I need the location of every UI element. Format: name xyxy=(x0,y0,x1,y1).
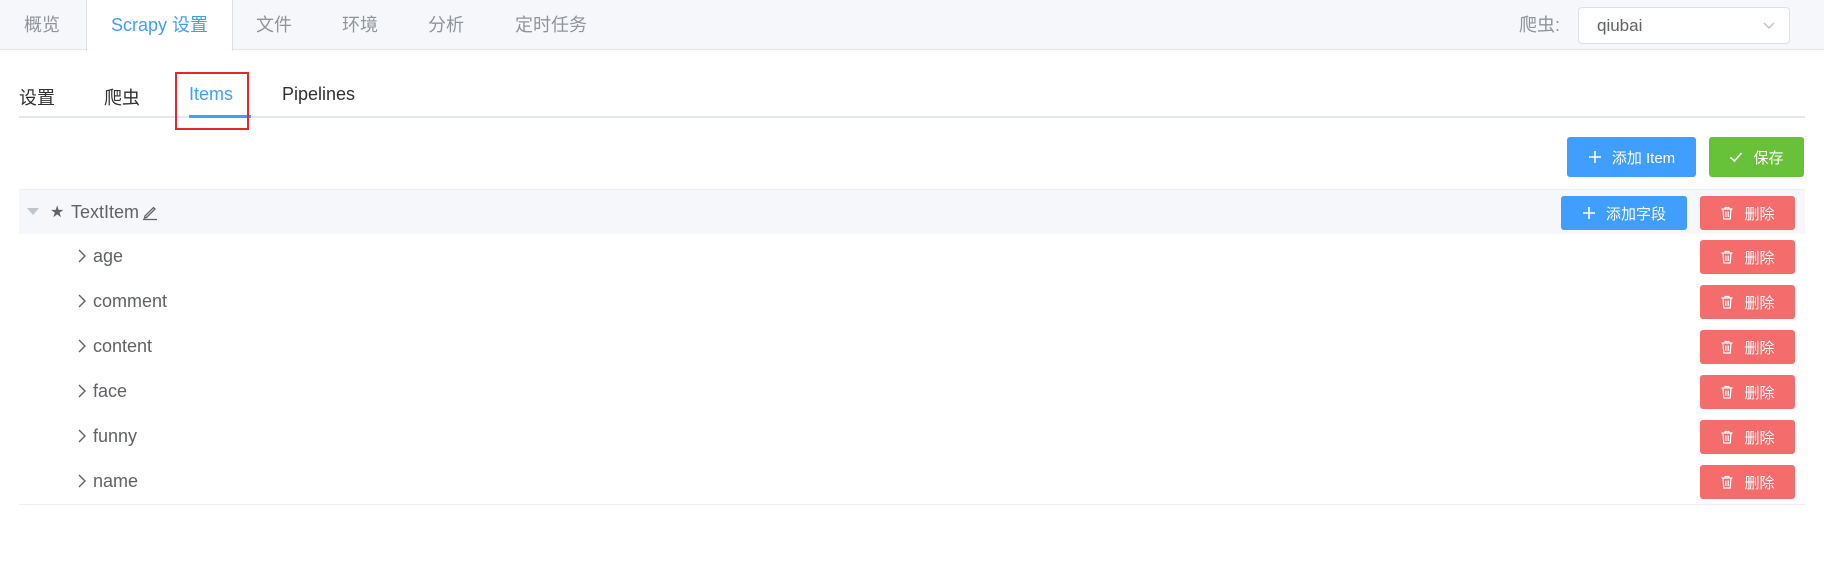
tree-node-field[interactable]: face 删除 xyxy=(19,369,1805,414)
trash-icon xyxy=(1720,340,1734,354)
tab-pipelines[interactable]: Pipelines xyxy=(282,84,355,105)
tab-files[interactable]: 文件 xyxy=(232,0,316,50)
chevron-right-icon[interactable] xyxy=(75,473,89,489)
tree-node-field[interactable]: age 删除 xyxy=(19,234,1805,279)
delete-label: 删除 xyxy=(1744,294,1775,312)
tab-analytics[interactable]: 分析 xyxy=(404,0,488,50)
tab-settings[interactable]: 设置 xyxy=(19,84,55,110)
chevron-right-icon[interactable] xyxy=(75,428,89,444)
trash-icon xyxy=(1720,206,1734,220)
add-item-button[interactable]: 添加 Item xyxy=(1567,137,1696,177)
delete-field-button[interactable]: 删除 xyxy=(1700,330,1795,364)
caret-down-icon[interactable] xyxy=(27,208,39,215)
delete-label: 删除 xyxy=(1744,474,1775,492)
tree-bottom-border xyxy=(19,504,1805,505)
delete-field-button[interactable]: 删除 xyxy=(1700,285,1795,319)
delete-label: 删除 xyxy=(1744,384,1775,402)
delete-label: 删除 xyxy=(1744,429,1775,447)
chevron-down-icon xyxy=(1761,17,1777,33)
trash-icon xyxy=(1720,250,1734,264)
inner-tab-bar: 设置 爬虫 Items Pipelines xyxy=(19,60,1805,118)
field-name: funny xyxy=(93,426,138,446)
tree-node-field[interactable]: name 删除 xyxy=(19,459,1805,504)
tab-scrapy-settings[interactable]: Scrapy 设置 xyxy=(86,0,234,51)
check-icon xyxy=(1729,150,1743,164)
item-name: TextItem xyxy=(71,202,140,222)
spider-select-label: 爬虫: xyxy=(1519,15,1561,35)
delete-label: 删除 xyxy=(1744,339,1775,357)
field-name: content xyxy=(93,336,153,356)
save-label: 保存 xyxy=(1753,149,1784,167)
delete-item-button[interactable]: 删除 xyxy=(1700,196,1795,230)
field-name: age xyxy=(93,246,124,266)
spider-select-value: qiubai xyxy=(1597,16,1643,35)
chevron-right-icon[interactable] xyxy=(75,383,89,399)
delete-field-button[interactable]: 删除 xyxy=(1700,420,1795,454)
save-button[interactable]: 保存 xyxy=(1709,137,1804,177)
star-icon: ★ xyxy=(50,204,65,221)
top-tab-bar: 概览 Scrapy 设置 文件 环境 分析 定时任务 爬虫: qiubai xyxy=(0,0,1824,51)
edit-icon[interactable] xyxy=(141,203,159,221)
delete-field-button[interactable]: 删除 xyxy=(1700,465,1795,499)
spider-select[interactable]: qiubai xyxy=(1578,7,1790,44)
chevron-right-icon[interactable] xyxy=(75,293,89,309)
delete-label: 删除 xyxy=(1744,205,1775,223)
add-item-label: 添加 Item xyxy=(1611,149,1676,167)
delete-field-button[interactable]: 删除 xyxy=(1700,375,1795,409)
trash-icon xyxy=(1720,430,1734,444)
trash-icon xyxy=(1720,385,1734,399)
delete-field-button[interactable]: 删除 xyxy=(1700,240,1795,274)
field-name: name xyxy=(93,471,139,491)
plus-icon xyxy=(1588,150,1602,164)
tab-overview[interactable]: 概览 xyxy=(0,0,84,50)
chevron-right-icon[interactable] xyxy=(75,338,89,354)
highlight-annotation-box xyxy=(175,72,249,130)
items-tree: ★ TextItem 添加字段 删除 age 删除 comment 删除 con… xyxy=(19,189,1805,505)
delete-label: 删除 xyxy=(1744,249,1775,267)
tab-environment[interactable]: 环境 xyxy=(318,0,402,50)
tab-schedules[interactable]: 定时任务 xyxy=(491,0,611,50)
tree-node-field[interactable]: funny 删除 xyxy=(19,414,1805,459)
plus-icon xyxy=(1582,206,1596,220)
add-field-label: 添加字段 xyxy=(1605,205,1666,223)
tree-node-item[interactable]: ★ TextItem 添加字段 删除 xyxy=(19,189,1805,234)
tree-node-field[interactable]: content 删除 xyxy=(19,324,1805,369)
field-name: comment xyxy=(93,291,168,311)
add-field-button[interactable]: 添加字段 xyxy=(1561,196,1687,230)
trash-icon xyxy=(1720,295,1734,309)
trash-icon xyxy=(1720,475,1734,489)
tree-node-field[interactable]: comment 删除 xyxy=(19,279,1805,324)
field-name: face xyxy=(93,381,128,401)
tab-spiders[interactable]: 爬虫 xyxy=(104,84,140,110)
chevron-right-icon[interactable] xyxy=(75,248,89,264)
